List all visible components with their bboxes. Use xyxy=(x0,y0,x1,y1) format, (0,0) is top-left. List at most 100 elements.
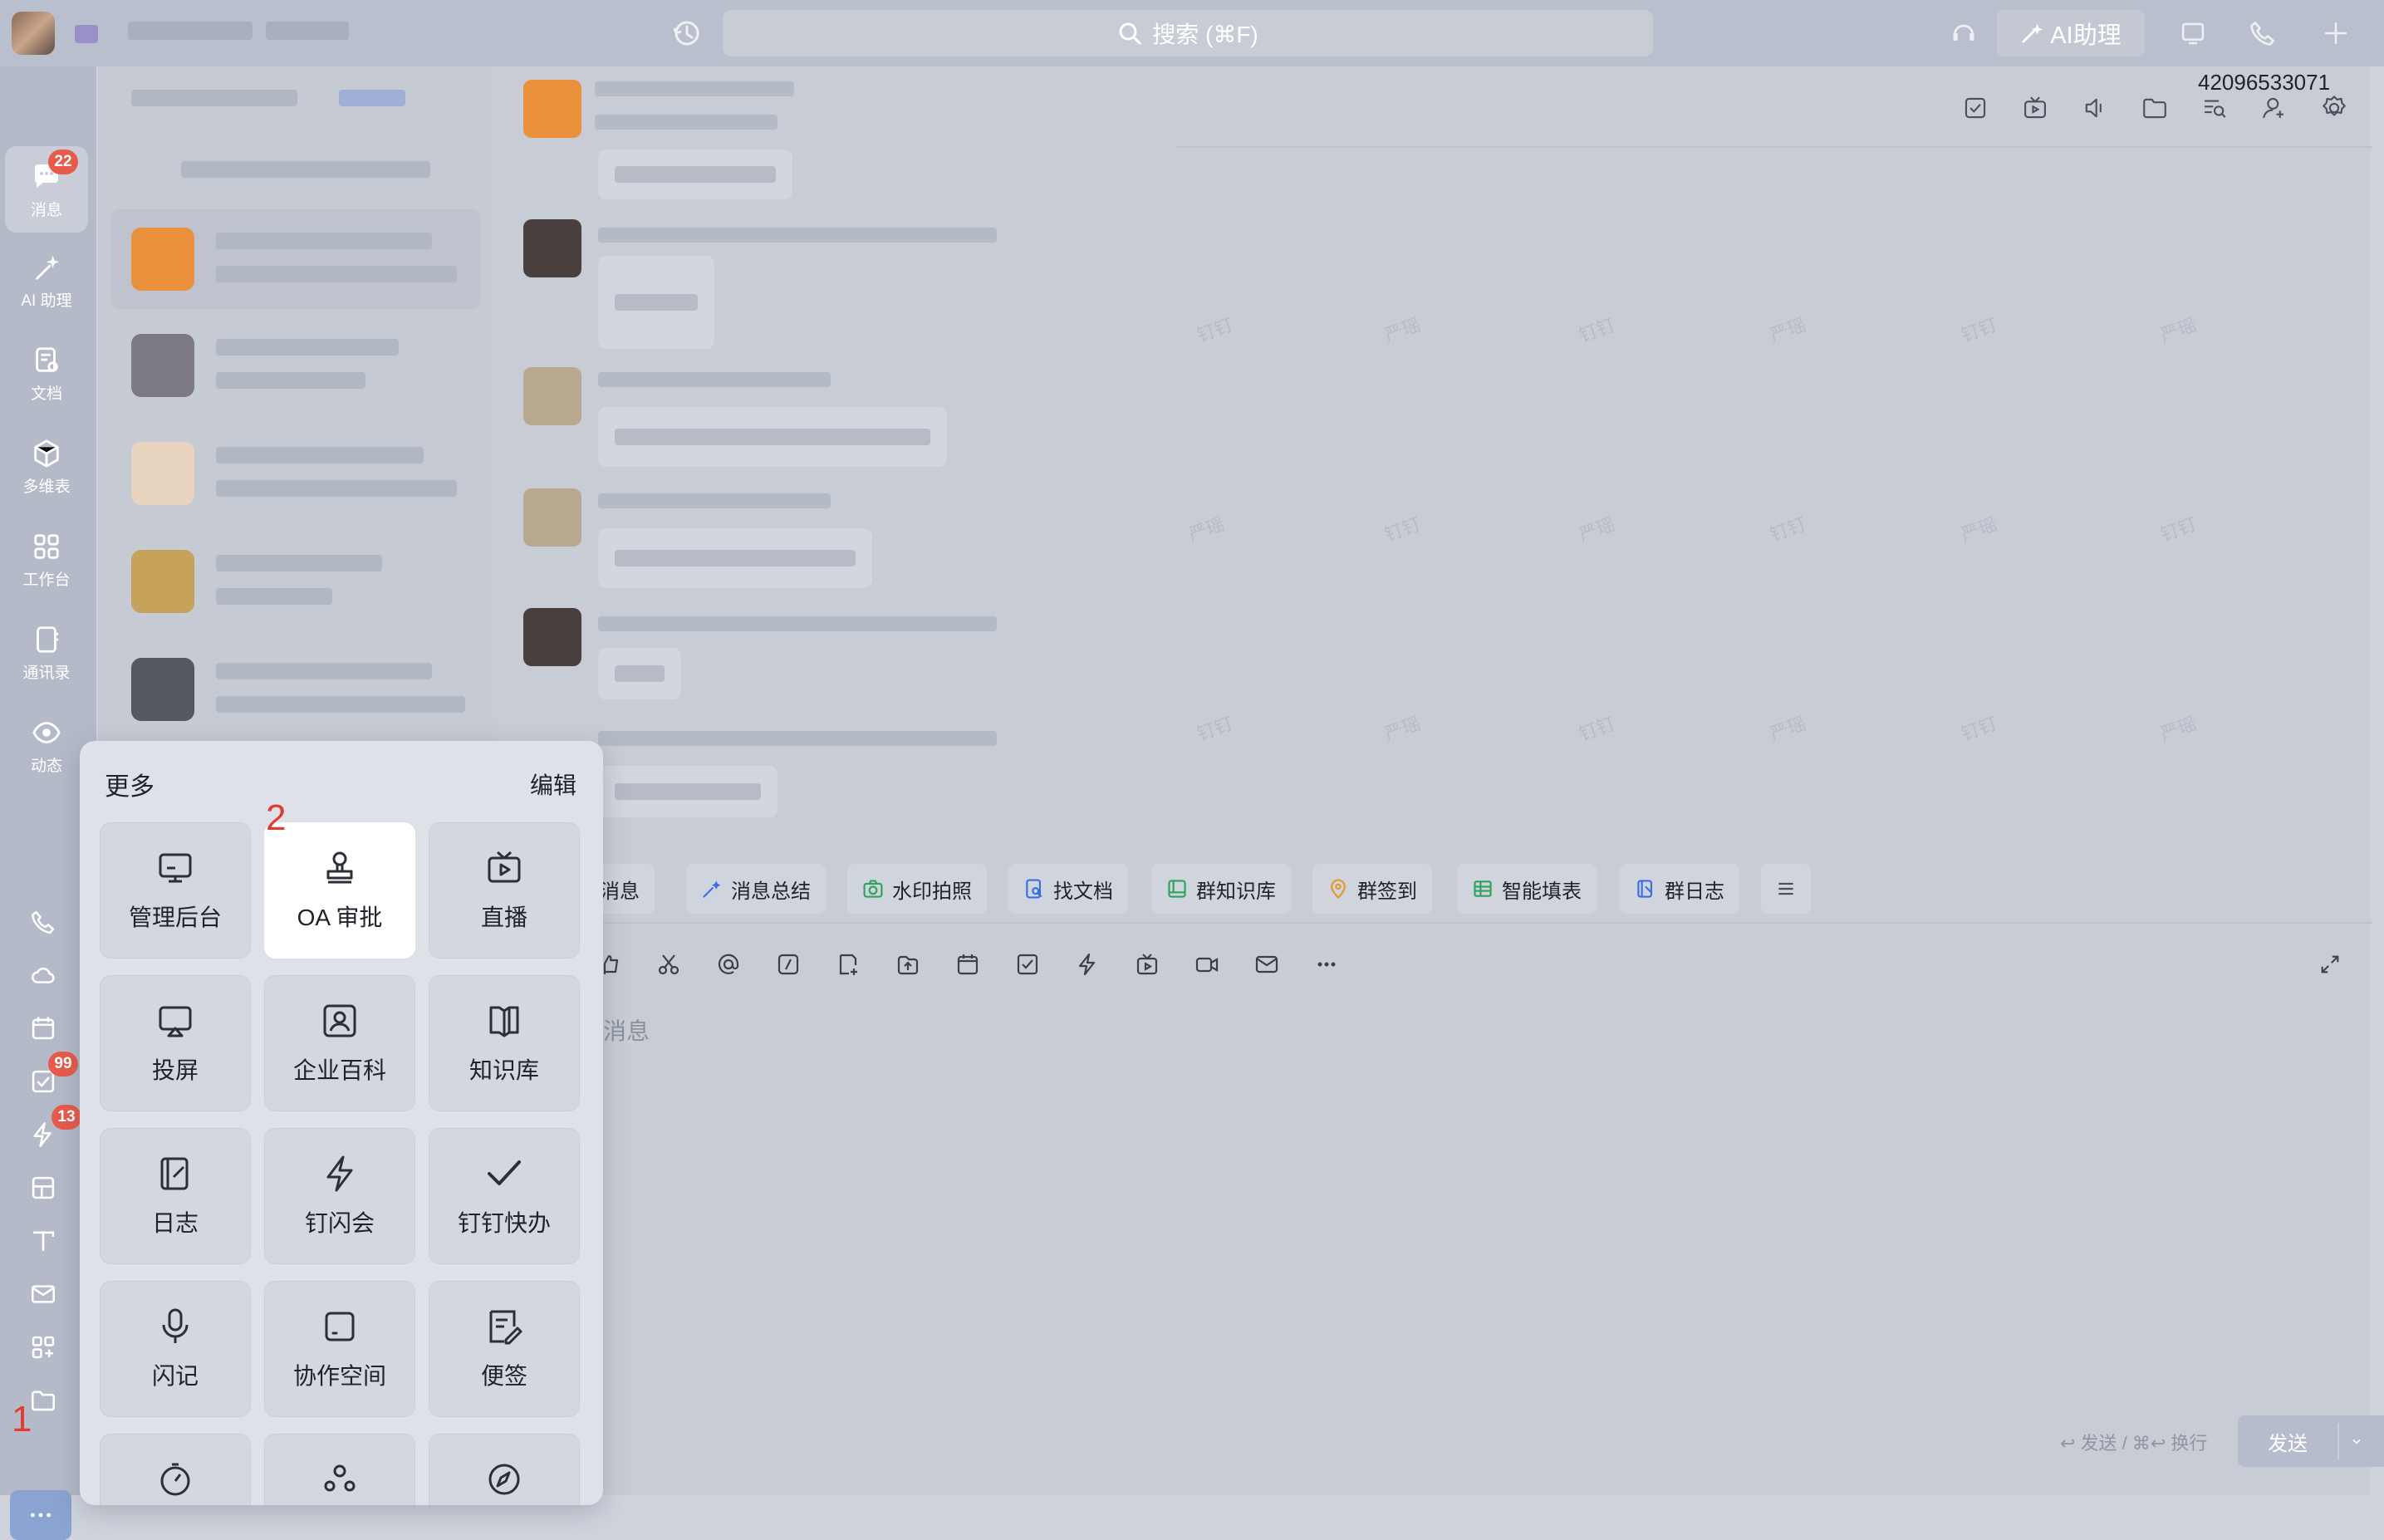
speaker-icon[interactable] xyxy=(2077,90,2113,126)
live-icon[interactable] xyxy=(1130,947,1165,982)
rail-item-docs[interactable]: 文档 xyxy=(5,331,88,417)
send-options-chevron-icon[interactable] xyxy=(2337,1423,2374,1459)
todo-icon[interactable]: 99 xyxy=(23,1052,78,1101)
tile-label: 管理后台 xyxy=(128,905,222,930)
tile-partial[interactable] xyxy=(100,1434,251,1505)
task-check-icon[interactable] xyxy=(1957,90,1994,126)
tile-partial[interactable] xyxy=(264,1434,415,1505)
tile-journal[interactable]: 日志 xyxy=(100,1128,251,1264)
quick-action-watermark-photo[interactable]: 水印拍照 xyxy=(847,864,987,914)
user-avatar[interactable] xyxy=(12,12,55,55)
todo-icon[interactable] xyxy=(1010,947,1045,982)
ding-lightning-icon[interactable] xyxy=(1070,947,1105,982)
message-input[interactable]: 消息 xyxy=(603,1013,650,1047)
quick-action-summary[interactable]: 消息总结 xyxy=(686,864,826,914)
timer-icon xyxy=(160,1463,190,1496)
edit-button[interactable]: 编辑 xyxy=(530,768,576,801)
list-item[interactable] xyxy=(111,532,480,631)
avatar xyxy=(131,442,194,505)
message-bubble[interactable] xyxy=(598,407,947,467)
tile-flash-meeting[interactable]: 钉闪会 xyxy=(264,1128,415,1264)
history-icon[interactable] xyxy=(670,17,703,50)
expand-icon[interactable] xyxy=(2313,947,2347,982)
quick-action-smart-form[interactable]: 智能填表 xyxy=(1457,864,1597,914)
org-switcher[interactable] xyxy=(75,25,98,43)
video-call-icon[interactable] xyxy=(1190,947,1224,982)
settings-gear-icon[interactable] xyxy=(2316,90,2352,126)
tile-flash-note[interactable]: 闪记 xyxy=(100,1281,251,1417)
screen-share-icon[interactable] xyxy=(2170,10,2216,56)
list-item[interactable] xyxy=(111,316,480,415)
send-button[interactable]: 发送 xyxy=(2238,1415,2384,1467)
quick-action-menu[interactable] xyxy=(1761,864,1811,914)
message-bubble[interactable] xyxy=(598,648,681,699)
avatar[interactable] xyxy=(523,367,581,425)
apps-icon[interactable] xyxy=(23,1327,63,1367)
list-item[interactable] xyxy=(111,640,480,739)
text-icon[interactable] xyxy=(23,1221,63,1261)
list-subheader-blur xyxy=(181,161,430,178)
list-filter-blur[interactable] xyxy=(339,90,405,106)
tile-label: 钉钉快办 xyxy=(457,1210,551,1236)
live-tv-icon[interactable] xyxy=(2017,90,2053,126)
tile-partial[interactable] xyxy=(429,1434,580,1505)
tile-knowledge-base[interactable]: 知识库 xyxy=(429,975,580,1111)
tile-screen-cast[interactable]: 投屏 xyxy=(100,975,251,1111)
message-bubble[interactable] xyxy=(598,150,792,199)
quick-action-find-doc[interactable]: 找文档 xyxy=(1008,864,1128,914)
tile-quick-handle[interactable]: 钉钉快办 xyxy=(429,1128,580,1264)
rail-item-moments[interactable]: 动态 xyxy=(5,703,88,789)
rail-item-ai[interactable]: AI 助理 xyxy=(5,238,88,324)
chat-avatar[interactable] xyxy=(523,80,581,138)
rail-item-messages[interactable]: 消息 22 xyxy=(5,146,88,233)
list-item[interactable] xyxy=(111,209,480,309)
calendar-icon[interactable] xyxy=(23,1008,63,1048)
more-dots-icon[interactable] xyxy=(1309,947,1344,982)
mail-icon[interactable] xyxy=(23,1274,63,1314)
mention-icon[interactable] xyxy=(711,947,746,982)
quick-action-group-knowledge[interactable]: 群知识库 xyxy=(1151,864,1291,914)
checklist-icon[interactable] xyxy=(23,1168,63,1208)
org-name[interactable] xyxy=(128,22,253,40)
call-icon[interactable] xyxy=(2239,10,2286,56)
contacts-icon xyxy=(37,625,59,653)
ai-assistant-button[interactable]: AI助理 xyxy=(1997,10,2145,56)
quick-action-group-log[interactable]: 群日志 xyxy=(1620,864,1739,914)
tile-live[interactable]: 直播 xyxy=(429,822,580,959)
tile-oa-approval[interactable]: OA 审批 xyxy=(264,822,415,959)
avatar[interactable] xyxy=(523,488,581,547)
slash-command-icon[interactable] xyxy=(771,947,806,982)
tile-admin-console[interactable]: 管理后台 xyxy=(100,822,251,959)
more-button[interactable] xyxy=(10,1490,71,1540)
sender-name xyxy=(598,616,997,631)
rail-item-contacts[interactable]: 通讯录 xyxy=(5,610,88,696)
message-bubble[interactable] xyxy=(598,528,872,588)
org-subname[interactable] xyxy=(266,22,349,40)
avatar[interactable] xyxy=(523,219,581,277)
tile-workspace[interactable]: 协作空间 xyxy=(264,1281,415,1417)
search-bar[interactable]: 搜索 (⌘F) xyxy=(723,10,1653,56)
headset-icon[interactable] xyxy=(1940,10,1987,56)
message-bubble[interactable] xyxy=(598,766,777,817)
search-history-icon[interactable] xyxy=(2196,90,2233,126)
tile-sticky-note[interactable]: 便签 xyxy=(429,1281,580,1417)
new-doc-icon[interactable] xyxy=(831,947,866,982)
calendar-icon[interactable] xyxy=(950,947,985,982)
quick-action-group-checkin[interactable]: 群签到 xyxy=(1312,864,1432,914)
folder-icon[interactable] xyxy=(2136,90,2173,126)
scissors-icon[interactable] xyxy=(651,947,686,982)
upload-file-icon[interactable] xyxy=(890,947,925,982)
add-member-icon[interactable] xyxy=(2256,90,2293,126)
list-item[interactable] xyxy=(111,424,480,523)
lightning-icon[interactable]: 13 xyxy=(23,1105,81,1155)
camera-icon xyxy=(863,880,883,898)
message-bubble[interactable] xyxy=(598,256,714,349)
phone-icon[interactable] xyxy=(23,902,63,942)
rail-item-workbench[interactable]: 工作台 xyxy=(5,517,88,603)
mail-icon[interactable] xyxy=(1249,947,1284,982)
avatar[interactable] xyxy=(523,608,581,666)
rail-item-multitable[interactable]: 多维表 xyxy=(5,424,88,510)
tile-encyclopedia[interactable]: 企业百科 xyxy=(264,975,415,1111)
cloud-icon[interactable] xyxy=(23,955,63,995)
plus-icon[interactable] xyxy=(2313,10,2359,56)
